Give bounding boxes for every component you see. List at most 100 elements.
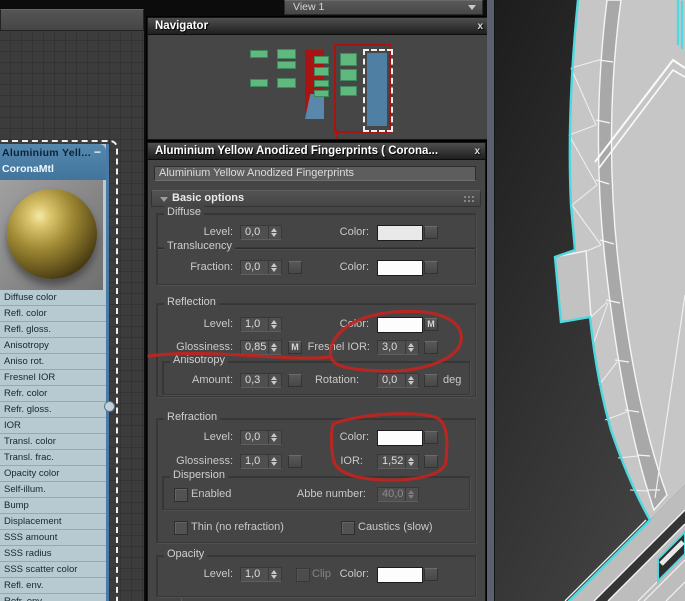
dispersion-enabled-label[interactable]: Enabled [191, 488, 231, 500]
slot-sss-radius[interactable]: SSS radius [0, 546, 106, 562]
slot-refl-color[interactable]: Refl. color [0, 306, 106, 322]
refraction-level-value[interactable]: 0,0 [241, 431, 268, 444]
spinner-arrows-icon[interactable] [268, 455, 281, 468]
view-tab[interactable]: View 1 [284, 0, 483, 15]
rotation-spinner[interactable]: 0,0 [377, 373, 419, 388]
reflection-color-map-button[interactable]: M [424, 318, 438, 331]
grip-dots-icon[interactable] [463, 195, 474, 204]
ior-spinner[interactable]: 1,52 [377, 454, 419, 469]
chevron-down-icon[interactable] [468, 5, 476, 10]
spinner-arrows-icon[interactable] [268, 318, 281, 331]
diffuse-level-value[interactable]: 0,0 [241, 226, 268, 239]
nav-node[interactable] [277, 61, 296, 69]
opacity-level-spinner[interactable]: 1,0 [240, 567, 282, 582]
slot-refr-gloss[interactable]: Refr. gloss. [0, 402, 106, 418]
slot-refl-env[interactable]: Refl. env. [0, 578, 106, 594]
fraction-value[interactable]: 0,0 [241, 261, 268, 274]
reflection-gloss-value[interactable]: 0,85 [241, 341, 268, 354]
navigator-minimap[interactable] [149, 36, 487, 139]
amount-value[interactable]: 0,3 [241, 374, 268, 387]
slot-refr-color[interactable]: Refr. color [0, 386, 106, 402]
refraction-gloss-value[interactable]: 1,0 [241, 455, 268, 468]
material-preview[interactable] [0, 180, 103, 290]
slot-aniso-rot[interactable]: Aniso rot. [0, 354, 106, 370]
spinner-arrows-icon[interactable] [268, 261, 281, 274]
spinner-arrows-icon[interactable] [405, 374, 418, 387]
opacity-color-map-button[interactable] [424, 568, 438, 581]
slot-refr-env[interactable]: Refr. env. [0, 594, 106, 601]
nav-node[interactable] [340, 86, 357, 96]
spinner-arrows-icon[interactable] [405, 341, 418, 354]
fresnel-ior-map-button[interactable] [424, 341, 438, 354]
close-icon[interactable]: x [474, 144, 480, 160]
nav-node[interactable] [277, 49, 296, 59]
slot-diffuse-color[interactable]: Diffuse color [0, 290, 106, 306]
refraction-gloss-spinner[interactable]: 1,0 [240, 454, 282, 469]
translucency-color-swatch[interactable] [377, 260, 423, 276]
diffuse-level-spinner[interactable]: 0,0 [240, 225, 282, 240]
slot-anisotropy[interactable]: Anisotropy [0, 338, 106, 354]
viewport-3d[interactable] [487, 0, 685, 601]
material-node-header[interactable]: Aluminium Yell... − CoronaMtl [0, 144, 106, 180]
thin-checkbox[interactable] [174, 521, 188, 535]
minimize-icon[interactable]: − [94, 145, 101, 159]
caustics-label[interactable]: Caustics (slow) [358, 521, 433, 533]
diffuse-color-map-button[interactable] [424, 226, 438, 239]
nav-node[interactable] [250, 50, 268, 58]
dispersion-enabled-checkbox[interactable] [174, 488, 188, 502]
nav-node[interactable] [340, 53, 357, 66]
spinner-arrows-icon[interactable] [405, 455, 418, 468]
slot-sss-amount[interactable]: SSS amount [0, 530, 106, 546]
rotation-map-button[interactable] [424, 374, 438, 387]
spinner-arrows-icon[interactable] [268, 431, 281, 444]
rotation-value[interactable]: 0,0 [378, 374, 405, 387]
ior-map-button[interactable] [424, 455, 438, 468]
fraction-spinner[interactable]: 0,0 [240, 260, 282, 275]
slot-ior[interactable]: IOR [0, 418, 106, 434]
translucency-color-map-button[interactable] [424, 261, 438, 274]
refraction-color-map-button[interactable] [424, 431, 438, 444]
opacity-color-swatch[interactable] [377, 567, 423, 583]
spinner-arrows-icon[interactable] [268, 341, 281, 354]
slot-self-illum[interactable]: Self-illum. [0, 482, 106, 498]
nav-node[interactable] [277, 78, 296, 88]
material-node[interactable]: Aluminium Yell... − CoronaMtl Diffuse co… [0, 144, 109, 601]
slot-opacity-color[interactable]: Opacity color [0, 466, 106, 482]
slot-refl-gloss[interactable]: Refl. gloss. [0, 322, 106, 338]
navigator-titlebar[interactable]: Navigator x [148, 18, 488, 35]
slot-sss-scatter-color[interactable]: SSS scatter color [0, 562, 106, 578]
fresnel-ior-spinner[interactable]: 3,0 [377, 340, 419, 355]
opacity-level-value[interactable]: 1,0 [241, 568, 268, 581]
diffuse-color-swatch[interactable] [377, 225, 423, 241]
nav-node[interactable] [314, 67, 329, 76]
slot-connector-knob[interactable] [104, 401, 115, 412]
nav-node[interactable] [314, 90, 329, 97]
fraction-map-button[interactable] [288, 261, 302, 274]
fresnel-ior-value[interactable]: 3,0 [378, 341, 405, 354]
reflection-color-swatch[interactable] [377, 317, 423, 333]
slot-displacement[interactable]: Displacement [0, 514, 106, 530]
slot-bump[interactable]: Bump [0, 498, 106, 514]
nav-node[interactable] [340, 69, 357, 81]
slot-fresnel-ior[interactable]: Fresnel IOR [0, 370, 106, 386]
parameter-titlebar[interactable]: Aluminium Yellow Anodized Fingerprints (… [148, 143, 485, 160]
rollout-basic-options[interactable]: Basic options [151, 190, 481, 207]
rollout-arrow-icon[interactable] [160, 197, 168, 202]
thin-label[interactable]: Thin (no refraction) [191, 521, 284, 533]
nav-node[interactable] [250, 79, 268, 87]
reflection-level-value[interactable]: 1,0 [241, 318, 268, 331]
spinner-arrows-icon[interactable] [268, 226, 281, 239]
slot-transl-color[interactable]: Transl. color [0, 434, 106, 450]
reflection-level-spinner[interactable]: 1,0 [240, 317, 282, 332]
spinner-arrows-icon[interactable] [268, 374, 281, 387]
material-name-field[interactable]: Aluminium Yellow Anodized Fingerprints [154, 166, 476, 181]
close-icon[interactable]: x [477, 19, 483, 35]
ior-value[interactable]: 1,52 [378, 455, 405, 468]
nav-node[interactable] [314, 56, 329, 64]
caustics-checkbox[interactable] [341, 521, 355, 535]
refraction-color-swatch[interactable] [377, 430, 423, 446]
refraction-gloss-map-button[interactable] [288, 455, 302, 468]
node-view-canvas[interactable]: Aluminium Yell... − CoronaMtl Diffuse co… [0, 31, 144, 601]
amount-spinner[interactable]: 0,3 [240, 373, 282, 388]
nav-node[interactable] [314, 80, 329, 87]
